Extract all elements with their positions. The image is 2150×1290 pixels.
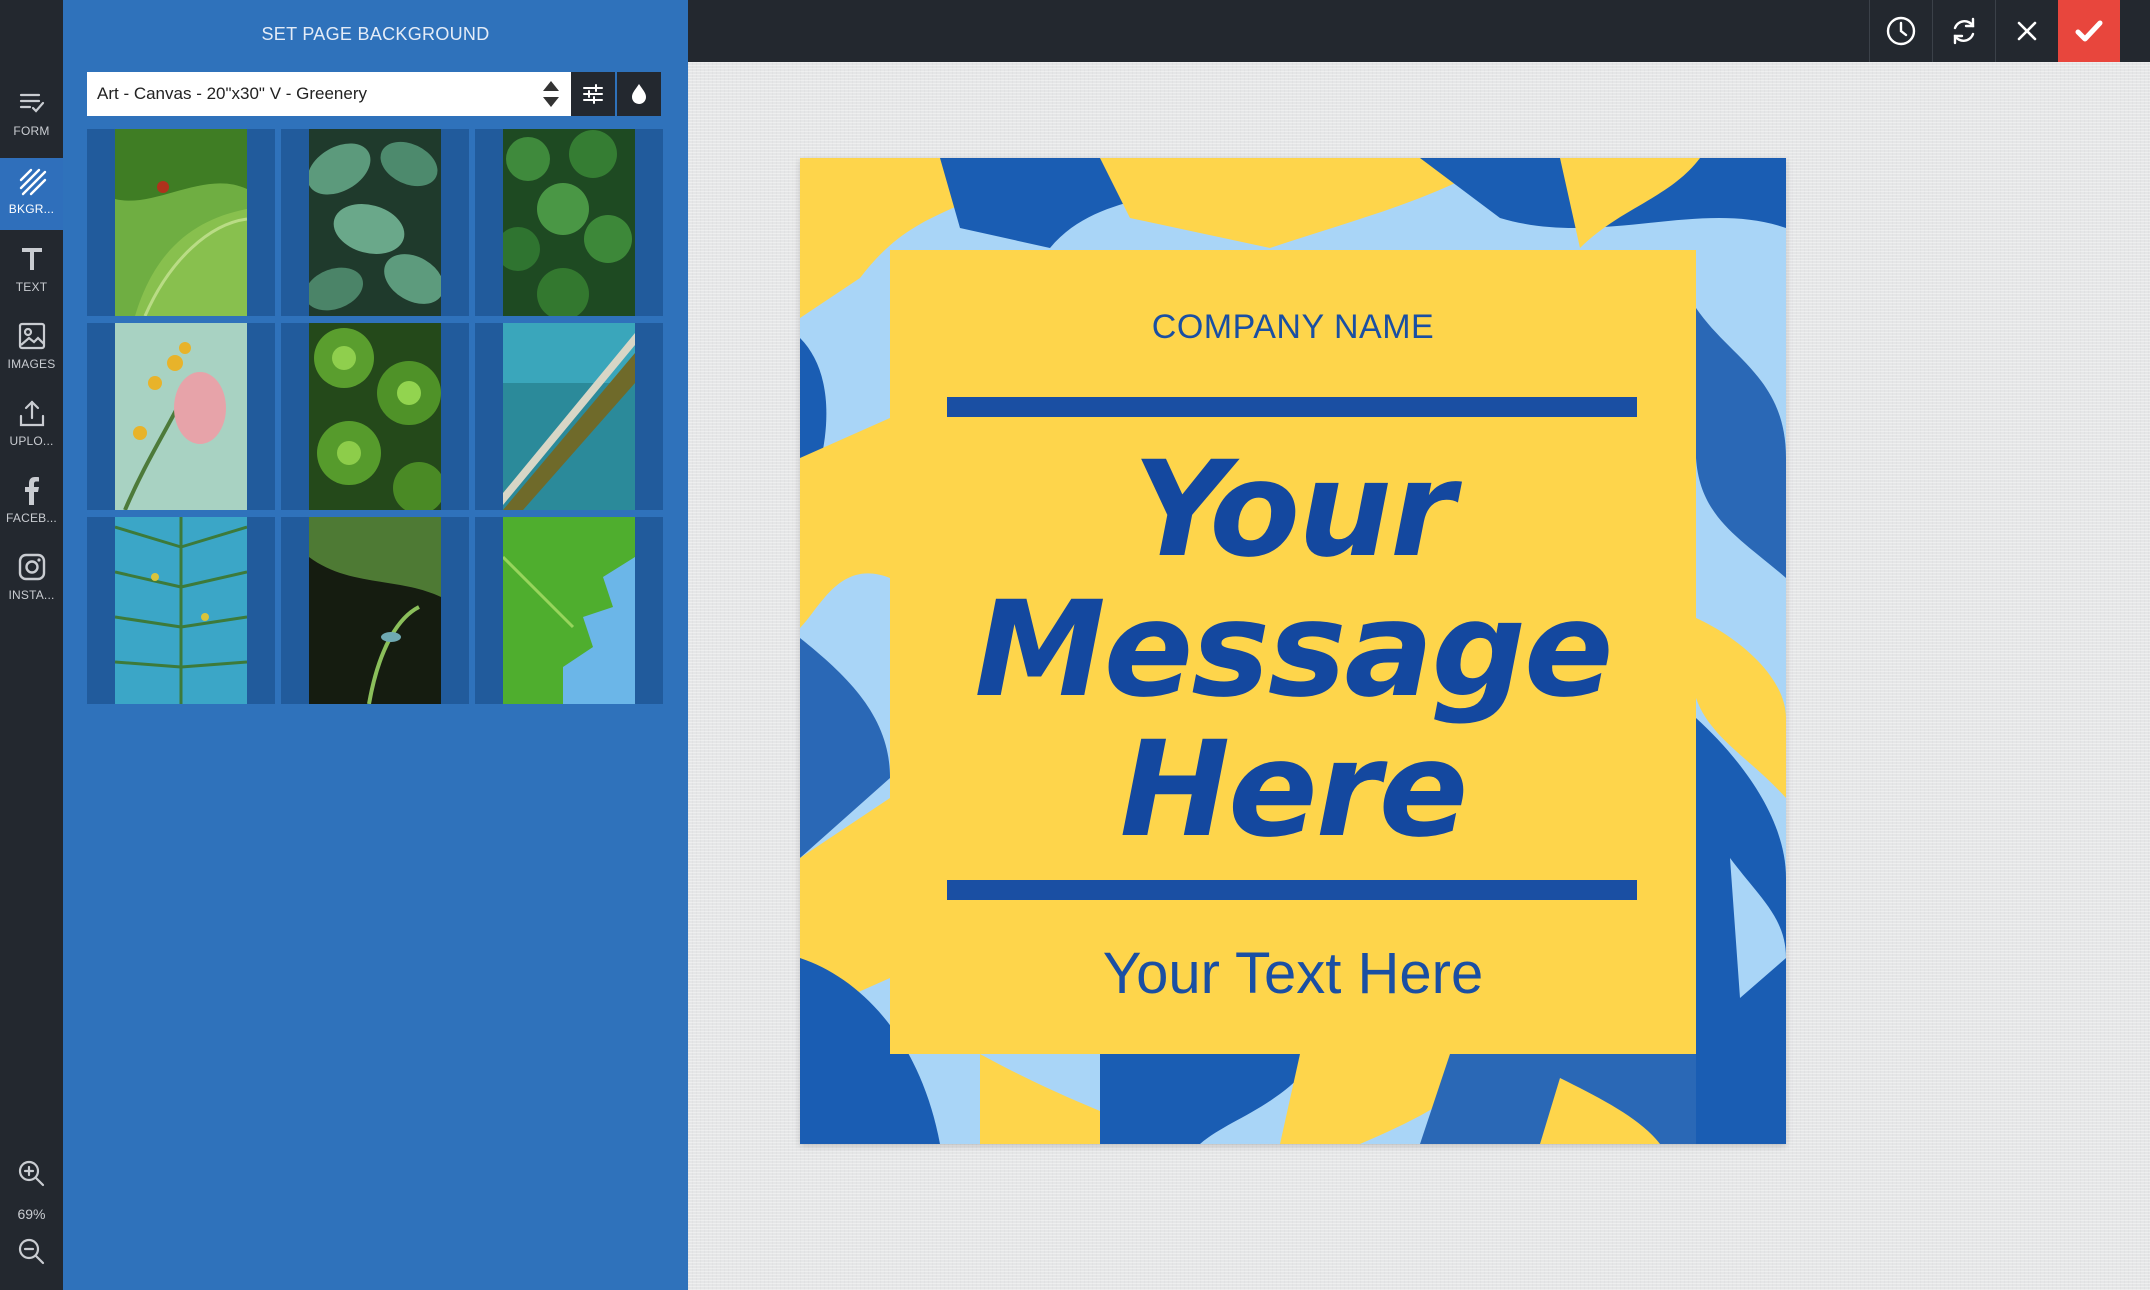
rail-label-instagram: INSTA... — [8, 588, 55, 602]
background-thumbnail-grid — [87, 129, 663, 704]
rail-item-form[interactable]: FORM — [0, 88, 63, 160]
rail-item-upload[interactable]: UPLO... — [0, 398, 63, 470]
thumbnail-dark-clover-leaves[interactable] — [475, 129, 663, 316]
history-icon — [1886, 16, 1916, 46]
zoom-in-icon[interactable] — [16, 1158, 46, 1188]
background-category-value: Art - Canvas - 20"x30" V - Greenery — [97, 84, 367, 103]
bottom-divider — [947, 880, 1637, 900]
palm-frond-sky-image — [503, 323, 635, 510]
subtext[interactable]: Your Text Here — [890, 940, 1696, 1007]
thumbnail-palm-frond-sky[interactable] — [475, 323, 663, 510]
top-toolbar — [688, 0, 2150, 62]
striped-leaves-image — [309, 129, 441, 316]
color-fill-button[interactable] — [617, 72, 661, 116]
rail-label-background: BKGR... — [8, 202, 55, 216]
design-workspace: COMPANY NAME Your Message Here Your Text… — [688, 62, 2150, 1290]
thumbnail-green-rosettes[interactable] — [281, 323, 469, 510]
company-name-text[interactable]: COMPANY NAME — [890, 308, 1696, 347]
sliders-icon — [583, 84, 603, 104]
confirm-button[interactable] — [2058, 0, 2120, 62]
headline-line-2: Message — [974, 573, 1613, 727]
top-divider — [947, 397, 1637, 417]
droplet-icon — [632, 84, 646, 104]
upload-icon — [19, 400, 44, 427]
background-category-select[interactable]: Art - Canvas - 20"x30" V - Greenery — [87, 72, 571, 116]
rail-label-form: FORM — [13, 124, 50, 138]
instagram-icon — [18, 553, 45, 581]
green-rosettes-image — [309, 323, 441, 510]
thumbnail-fern-lizard[interactable] — [281, 517, 469, 704]
background-icon — [19, 168, 46, 196]
rail-label-text: TEXT — [15, 280, 48, 294]
facebook-icon — [24, 477, 39, 505]
rail-label-upload: UPLO... — [9, 434, 54, 448]
panel-title: SET PAGE BACKGROUND — [261, 24, 490, 44]
check-icon — [2075, 20, 2103, 42]
select-arrows-icon — [543, 81, 559, 107]
history-button[interactable] — [1869, 0, 1932, 62]
rail-label-facebook: FACEB... — [6, 511, 57, 525]
ladybug-leaf-image — [115, 129, 247, 316]
close-icon — [2017, 21, 2037, 41]
tool-rail: FORM BKGR... TEXT IMAGES UPLO... FACEB..… — [0, 0, 73, 1290]
maple-leaf-sky-image — [503, 517, 635, 704]
background-panel: SET PAGE BACKGROUND Art - Canvas - 20"x3… — [63, 0, 688, 1290]
thumbnail-maple-leaf-sky[interactable] — [475, 517, 663, 704]
thumbnail-ladybug-leaf[interactable] — [87, 129, 275, 316]
adjust-button[interactable] — [571, 72, 615, 116]
rail-item-background[interactable]: BKGR... — [0, 158, 73, 230]
rail-item-images[interactable]: IMAGES — [0, 321, 63, 393]
form-icon — [19, 93, 44, 113]
refresh-icon — [1953, 17, 1975, 45]
fern-lizard-image — [309, 517, 441, 704]
rail-label-images: IMAGES — [7, 357, 56, 371]
refresh-button[interactable] — [1932, 0, 1995, 62]
rail-item-facebook[interactable]: FACEB... — [0, 475, 63, 547]
zoom-level: 69% — [17, 1206, 46, 1222]
text-icon — [21, 248, 42, 270]
close-button[interactable] — [1995, 0, 2058, 62]
thumbnail-palm-leaves-blue-sky[interactable] — [87, 517, 275, 704]
pink-flower-image — [115, 323, 247, 510]
dark-clover-leaves-image — [503, 129, 635, 316]
palm-leaves-blue-sky-image — [115, 517, 247, 704]
headline-message[interactable]: Your Message Here — [890, 440, 1696, 860]
rail-item-instagram[interactable]: INSTA... — [0, 552, 63, 624]
zoom-out-icon[interactable] — [16, 1236, 46, 1266]
headline-line-1: Your — [1132, 433, 1455, 587]
thumbnail-striped-leaves[interactable] — [281, 129, 469, 316]
image-icon — [18, 322, 45, 350]
thumbnail-pink-flower[interactable] — [87, 323, 275, 510]
rail-item-text[interactable]: TEXT — [0, 244, 63, 316]
message-card[interactable]: COMPANY NAME Your Message Here Your Text… — [890, 250, 1696, 1054]
design-canvas[interactable]: COMPANY NAME Your Message Here Your Text… — [800, 158, 1786, 1144]
headline-line-3: Here — [1119, 713, 1469, 867]
